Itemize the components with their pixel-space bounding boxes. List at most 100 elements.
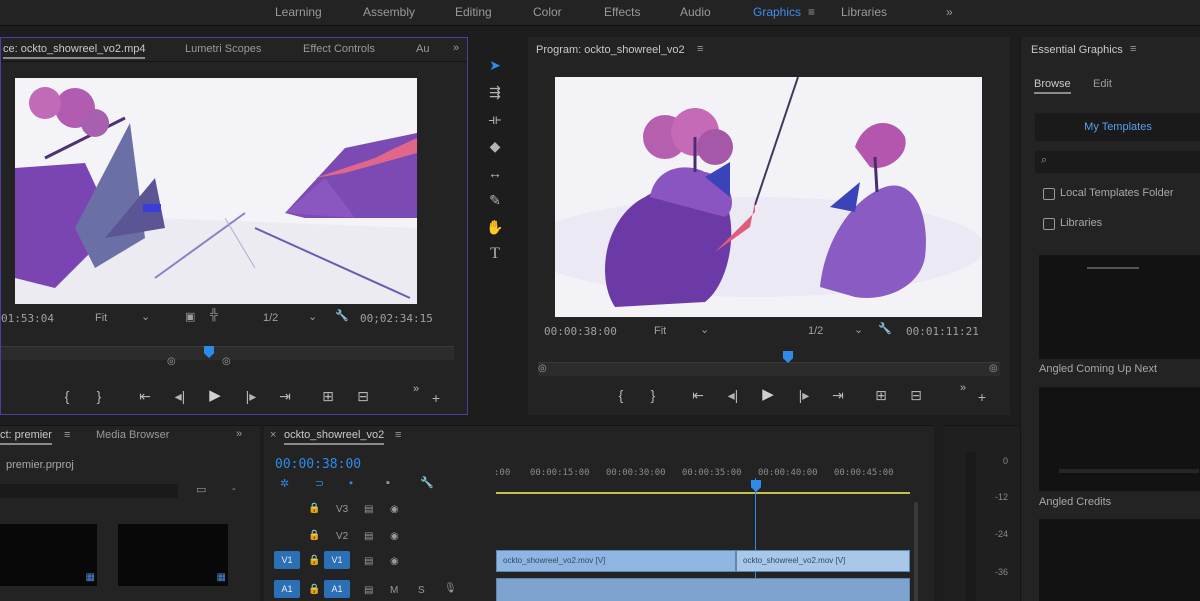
timeline-close-icon[interactable]: ×	[270, 429, 276, 441]
track-target-v1[interactable]: V1	[324, 551, 350, 569]
track-lock-icon[interactable]: 🔒	[308, 503, 320, 514]
track-target-a1[interactable]: A1	[324, 580, 350, 598]
track-lock-icon[interactable]: 🔒	[308, 555, 320, 566]
work-area-bar[interactable]	[496, 492, 910, 494]
track-lock-icon[interactable]: 🔒	[308, 530, 320, 541]
extract-button[interactable]: ⊟	[907, 386, 925, 404]
track-lock-icon[interactable]: 🔒	[308, 584, 320, 595]
program-scrubber[interactable]: ◎ ◎	[538, 351, 1000, 376]
program-menu-icon[interactable]: ≡	[697, 43, 703, 55]
program-go-to-in-button[interactable]: ⇤	[689, 386, 707, 404]
timeline-menu-icon[interactable]: ≡	[395, 429, 401, 441]
my-templates-button[interactable]: My Templates	[1035, 113, 1200, 141]
track-select-tool-icon[interactable]: ⇶	[486, 83, 504, 101]
source-video-frame[interactable]	[15, 78, 417, 304]
timeline-playhead[interactable]	[751, 480, 761, 492]
local-templates-checkbox[interactable]	[1043, 188, 1055, 200]
track-output-icon[interactable]: ▤	[364, 585, 373, 596]
program-add-button[interactable]: +	[973, 388, 991, 406]
linked-selection-icon[interactable]: ⊃	[315, 477, 324, 490]
overwrite-button[interactable]: ⊟	[354, 387, 372, 405]
marker-icon[interactable]: ▪	[386, 477, 390, 489]
program-go-to-out-button[interactable]: ⇥	[829, 386, 847, 404]
tab-browse[interactable]: Browse	[1034, 78, 1071, 94]
source-playhead[interactable]	[204, 346, 214, 358]
essential-graphics-menu-icon[interactable]: ≡	[1130, 43, 1136, 55]
safe-margins-icon[interactable]: ╬	[210, 309, 218, 321]
source-timecode-current[interactable]: 01:53:04	[1, 312, 54, 325]
tab-effect-controls[interactable]: Effect Controls	[303, 43, 375, 55]
project-search-input[interactable]	[0, 484, 178, 498]
program-mark-out-button[interactable]: }	[644, 386, 662, 404]
project-settings-icon[interactable]: ‐	[232, 483, 236, 495]
selection-tool-icon[interactable]: ➤	[486, 56, 504, 74]
step-forward-button[interactable]: |▸	[242, 387, 260, 405]
program-playhead[interactable]	[783, 351, 793, 363]
workspace-audio[interactable]: Audio	[680, 5, 711, 19]
source-scrubber[interactable]: ◎ ◎	[1, 346, 454, 367]
type-tool-icon[interactable]: T	[486, 245, 504, 263]
track-solo-icon[interactable]: S	[418, 585, 425, 596]
step-back-button[interactable]: ◂|	[171, 387, 189, 405]
project-overflow-icon[interactable]: »	[236, 428, 242, 440]
template-thumbnail-credits[interactable]	[1039, 387, 1200, 491]
program-step-forward-button[interactable]: |▸	[795, 386, 813, 404]
tab-sequence[interactable]: ockto_showreel_vo2	[284, 429, 385, 445]
program-play-button[interactable]: ▶	[759, 386, 777, 404]
track-eye-icon[interactable]: ◉	[390, 556, 399, 567]
tab-source[interactable]: ce: ockto_showreel_vo2.mp4	[3, 43, 146, 59]
timeline-clip[interactable]: ockto_showreel_vo2.mov [V]	[496, 550, 736, 572]
source-in-point-icon[interactable]: ◎	[167, 356, 176, 367]
program-more-controls-icon[interactable]: »	[954, 379, 972, 397]
program-fit-chevron-icon[interactable]: ⌄	[700, 323, 709, 336]
ripple-edit-tool-icon[interactable]: ⟛	[486, 110, 504, 128]
insert-marker-icon[interactable]: ▣	[185, 310, 195, 323]
tab-media-browser[interactable]: Media Browser	[96, 429, 169, 441]
tab-project[interactable]: ct: premier	[0, 429, 52, 445]
workspace-graphics[interactable]: Graphics	[753, 5, 801, 19]
source-add-button[interactable]: +	[427, 389, 445, 407]
track-eye-icon[interactable]: ◉	[390, 531, 399, 542]
go-to-in-button[interactable]: ⇤	[136, 387, 154, 405]
template-search-input[interactable]: ⌕	[1035, 151, 1200, 173]
tab-lumetri-scopes[interactable]: Lumetri Scopes	[185, 43, 261, 55]
program-in-point-icon[interactable]: ◎	[538, 363, 547, 374]
add-marker-icon[interactable]: ⬩	[349, 477, 353, 490]
source-resolution-chevron-icon[interactable]: ⌄	[308, 310, 317, 323]
workspace-assembly[interactable]: Assembly	[363, 5, 415, 19]
program-mark-in-button[interactable]: {	[612, 386, 630, 404]
timeline-timecode[interactable]: 00:00:38:00	[275, 457, 361, 472]
snap-icon[interactable]: ✲	[280, 477, 289, 490]
program-step-back-button[interactable]: ◂|	[724, 386, 742, 404]
workspace-editing[interactable]: Editing	[455, 5, 492, 19]
source-play-button[interactable]: ▶	[206, 387, 224, 405]
program-timecode-current[interactable]: 00:00:38:00	[544, 325, 617, 338]
pen-tool-icon[interactable]: ✎	[486, 191, 504, 209]
project-item-thumbnail[interactable]: ▦	[0, 524, 97, 586]
tab-edit[interactable]: Edit	[1093, 78, 1112, 90]
libraries-checkbox[interactable]	[1043, 218, 1055, 230]
template-thumbnail-next[interactable]	[1039, 519, 1200, 601]
program-resolution-chevron-icon[interactable]: ⌄	[854, 323, 863, 336]
project-item-thumbnail[interactable]: ▦	[118, 524, 228, 586]
mark-out-button[interactable]: }	[90, 387, 108, 405]
workspace-effects[interactable]: Effects	[604, 5, 640, 19]
hand-tool-icon[interactable]: ✋	[486, 218, 504, 236]
slip-tool-icon[interactable]: ↔	[486, 164, 504, 182]
tabs-overflow-icon[interactable]: »	[453, 42, 459, 54]
workspace-libraries[interactable]: Libraries	[841, 5, 887, 19]
template-thumbnail-coming-up-next[interactable]	[1039, 255, 1200, 359]
program-fit-dropdown[interactable]: Fit	[654, 325, 666, 337]
program-settings-wrench-icon[interactable]: 🔧	[878, 322, 892, 335]
workspace-color[interactable]: Color	[533, 5, 562, 19]
timeline-settings-wrench-icon[interactable]: 🔧	[420, 476, 434, 489]
source-fit-dropdown[interactable]: Fit	[95, 312, 107, 324]
timeline-clip[interactable]: ockto_showreel_vo2.mov [V]	[736, 550, 910, 572]
source-resolution-dropdown[interactable]: 1/2	[263, 312, 278, 324]
workspace-learning[interactable]: Learning	[275, 5, 322, 19]
new-bin-icon[interactable]: ▭	[196, 483, 206, 496]
source-more-controls-icon[interactable]: »	[407, 380, 425, 398]
workspace-menu-icon[interactable]: ≡	[808, 5, 815, 19]
program-out-point-icon[interactable]: ◎	[989, 363, 998, 374]
program-video-frame[interactable]	[555, 77, 982, 317]
